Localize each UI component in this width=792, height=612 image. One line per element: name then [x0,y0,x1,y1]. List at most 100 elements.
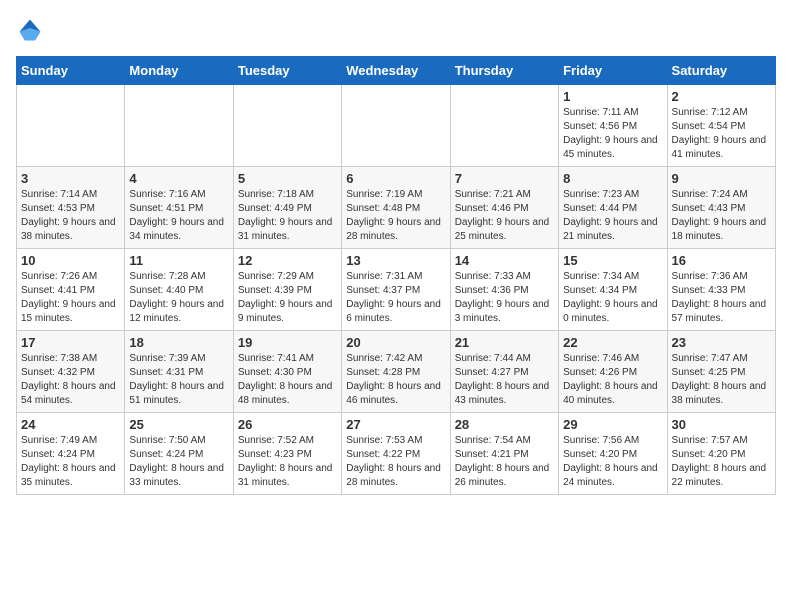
calendar-cell: 23 Sunrise: 7:47 AMSunset: 4:25 PMDayligh… [667,331,775,413]
calendar-week-4: 24 Sunrise: 7:49 AMSunset: 4:24 PMDayligh… [17,413,776,495]
calendar-week-2: 10 Sunrise: 7:26 AMSunset: 4:41 PMDayligh… [17,249,776,331]
day-number: 13 [346,253,445,268]
calendar-header-row: SundayMondayTuesdayWednesdayThursdayFrid… [17,57,776,85]
day-number: 16 [672,253,771,268]
calendar-cell: 5Sunrise: 7:18 AMSunset: 4:49 PMDaylight… [233,167,341,249]
calendar-cell: 29 Sunrise: 7:56 AMSunset: 4:20 PMDayligh… [559,413,667,495]
day-detail: Sunrise: 7:41 AMSunset: 4:30 PMDaylight:… [238,352,337,408]
day-number: 17 [21,335,120,350]
calendar-cell [125,85,233,167]
day-detail: Sunrise: 7:44 AMSunset: 4:27 PMDaylight:… [455,352,554,408]
day-detail: Sunrise: 7:57 AMSunset: 4:20 PMDaylight:… [672,434,771,490]
calendar-cell: 30 Sunrise: 7:57 AMSunset: 4:20 PMDayligh… [667,413,775,495]
day-detail: Sunrise: 7:11 AMSunset: 4:56 PMDaylight:… [563,106,662,162]
day-detail: Sunrise: 7:26 AMSunset: 4:41 PMDaylight:… [21,270,120,326]
calendar-cell: 20Sunrise: 7:42 AMSunset: 4:28 PMDayligh… [342,331,450,413]
calendar-cell: 19Sunrise: 7:41 AMSunset: 4:30 PMDayligh… [233,331,341,413]
calendar-cell: 25 Sunrise: 7:50 AMSunset: 4:24 PMDayligh… [125,413,233,495]
calendar-cell: 10 Sunrise: 7:26 AMSunset: 4:41 PMDayligh… [17,249,125,331]
day-number: 6 [346,171,445,186]
day-number: 8 [563,171,662,186]
day-detail: Sunrise: 7:19 AMSunset: 4:48 PMDaylight:… [346,188,445,244]
header-saturday: Saturday [667,57,775,85]
calendar-week-3: 17 Sunrise: 7:38 AMSunset: 4:32 PMDayligh… [17,331,776,413]
day-number: 26 [238,417,337,432]
calendar-cell [450,85,558,167]
day-detail: Sunrise: 7:24 AMSunset: 4:43 PMDaylight:… [672,188,771,244]
day-number: 21 [455,335,554,350]
day-detail: Sunrise: 7:21 AMSunset: 4:46 PMDaylight:… [455,188,554,244]
header-sunday: Sunday [17,57,125,85]
day-number: 22 [563,335,662,350]
day-number: 15 [563,253,662,268]
day-number: 18 [129,335,228,350]
logo-icon [16,16,44,44]
header-monday: Monday [125,57,233,85]
calendar-week-1: 3 Sunrise: 7:14 AMSunset: 4:53 PMDaylight… [17,167,776,249]
day-detail: Sunrise: 7:29 AMSunset: 4:39 PMDaylight:… [238,270,337,326]
day-number: 11 [129,253,228,268]
calendar-cell: 24 Sunrise: 7:49 AMSunset: 4:24 PMDayligh… [17,413,125,495]
calendar-cell: 13 Sunrise: 7:31 AMSunset: 4:37 PMDayligh… [342,249,450,331]
header-thursday: Thursday [450,57,558,85]
calendar-week-0: 1 Sunrise: 7:11 AMSunset: 4:56 PMDaylight… [17,85,776,167]
day-detail: Sunrise: 7:12 AMSunset: 4:54 PMDaylight:… [672,106,771,162]
calendar-cell: 26Sunrise: 7:52 AMSunset: 4:23 PMDayligh… [233,413,341,495]
day-number: 2 [672,89,771,104]
day-detail: Sunrise: 7:46 AMSunset: 4:26 PMDaylight:… [563,352,662,408]
day-number: 24 [21,417,120,432]
day-number: 7 [455,171,554,186]
day-detail: Sunrise: 7:34 AMSunset: 4:34 PMDaylight:… [563,270,662,326]
day-detail: Sunrise: 7:49 AMSunset: 4:24 PMDaylight:… [21,434,120,490]
day-detail: Sunrise: 7:54 AMSunset: 4:21 PMDaylight:… [455,434,554,490]
calendar-cell [233,85,341,167]
calendar-cell: 9 Sunrise: 7:24 AMSunset: 4:43 PMDaylight… [667,167,775,249]
calendar-cell: 12 Sunrise: 7:29 AMSunset: 4:39 PMDayligh… [233,249,341,331]
calendar-cell: 8 Sunrise: 7:23 AMSunset: 4:44 PMDaylight… [559,167,667,249]
day-number: 10 [21,253,120,268]
day-detail: Sunrise: 7:50 AMSunset: 4:24 PMDaylight:… [129,434,228,490]
day-detail: Sunrise: 7:16 AMSunset: 4:51 PMDaylight:… [129,188,228,244]
day-number: 9 [672,171,771,186]
day-number: 29 [563,417,662,432]
day-number: 27 [346,417,445,432]
day-number: 3 [21,171,120,186]
calendar-cell: 17 Sunrise: 7:38 AMSunset: 4:32 PMDayligh… [17,331,125,413]
day-number: 4 [129,171,228,186]
day-number: 25 [129,417,228,432]
calendar-cell: 16Sunrise: 7:36 AMSunset: 4:33 PMDayligh… [667,249,775,331]
day-number: 30 [672,417,771,432]
calendar-cell: 6 Sunrise: 7:19 AMSunset: 4:48 PMDaylight… [342,167,450,249]
calendar-cell: 11 Sunrise: 7:28 AMSunset: 4:40 PMDayligh… [125,249,233,331]
calendar-cell: 15 Sunrise: 7:34 AMSunset: 4:34 PMDayligh… [559,249,667,331]
calendar-table: SundayMondayTuesdayWednesdayThursdayFrid… [16,56,776,495]
day-detail: Sunrise: 7:14 AMSunset: 4:53 PMDaylight:… [21,188,120,244]
calendar-cell [17,85,125,167]
calendar-cell: 27 Sunrise: 7:53 AMSunset: 4:22 PMDayligh… [342,413,450,495]
day-number: 20 [346,335,445,350]
calendar-cell: 1 Sunrise: 7:11 AMSunset: 4:56 PMDaylight… [559,85,667,167]
calendar-cell: 3 Sunrise: 7:14 AMSunset: 4:53 PMDaylight… [17,167,125,249]
day-detail: Sunrise: 7:47 AMSunset: 4:25 PMDaylight:… [672,352,771,408]
calendar-cell: 4 Sunrise: 7:16 AMSunset: 4:51 PMDaylight… [125,167,233,249]
calendar-cell: 22 Sunrise: 7:46 AMSunset: 4:26 PMDayligh… [559,331,667,413]
header [16,16,776,44]
day-detail: Sunrise: 7:33 AMSunset: 4:36 PMDaylight:… [455,270,554,326]
day-detail: Sunrise: 7:31 AMSunset: 4:37 PMDaylight:… [346,270,445,326]
day-detail: Sunrise: 7:38 AMSunset: 4:32 PMDaylight:… [21,352,120,408]
calendar-cell: 2 Sunrise: 7:12 AMSunset: 4:54 PMDaylight… [667,85,775,167]
logo [16,16,48,44]
day-detail: Sunrise: 7:23 AMSunset: 4:44 PMDaylight:… [563,188,662,244]
day-number: 5 [238,171,337,186]
calendar-cell: 14Sunrise: 7:33 AMSunset: 4:36 PMDayligh… [450,249,558,331]
day-number: 12 [238,253,337,268]
day-detail: Sunrise: 7:28 AMSunset: 4:40 PMDaylight:… [129,270,228,326]
day-number: 1 [563,89,662,104]
calendar-cell: 28 Sunrise: 7:54 AMSunset: 4:21 PMDayligh… [450,413,558,495]
day-detail: Sunrise: 7:56 AMSunset: 4:20 PMDaylight:… [563,434,662,490]
header-friday: Friday [559,57,667,85]
day-number: 28 [455,417,554,432]
day-detail: Sunrise: 7:53 AMSunset: 4:22 PMDaylight:… [346,434,445,490]
day-number: 23 [672,335,771,350]
calendar-cell [342,85,450,167]
